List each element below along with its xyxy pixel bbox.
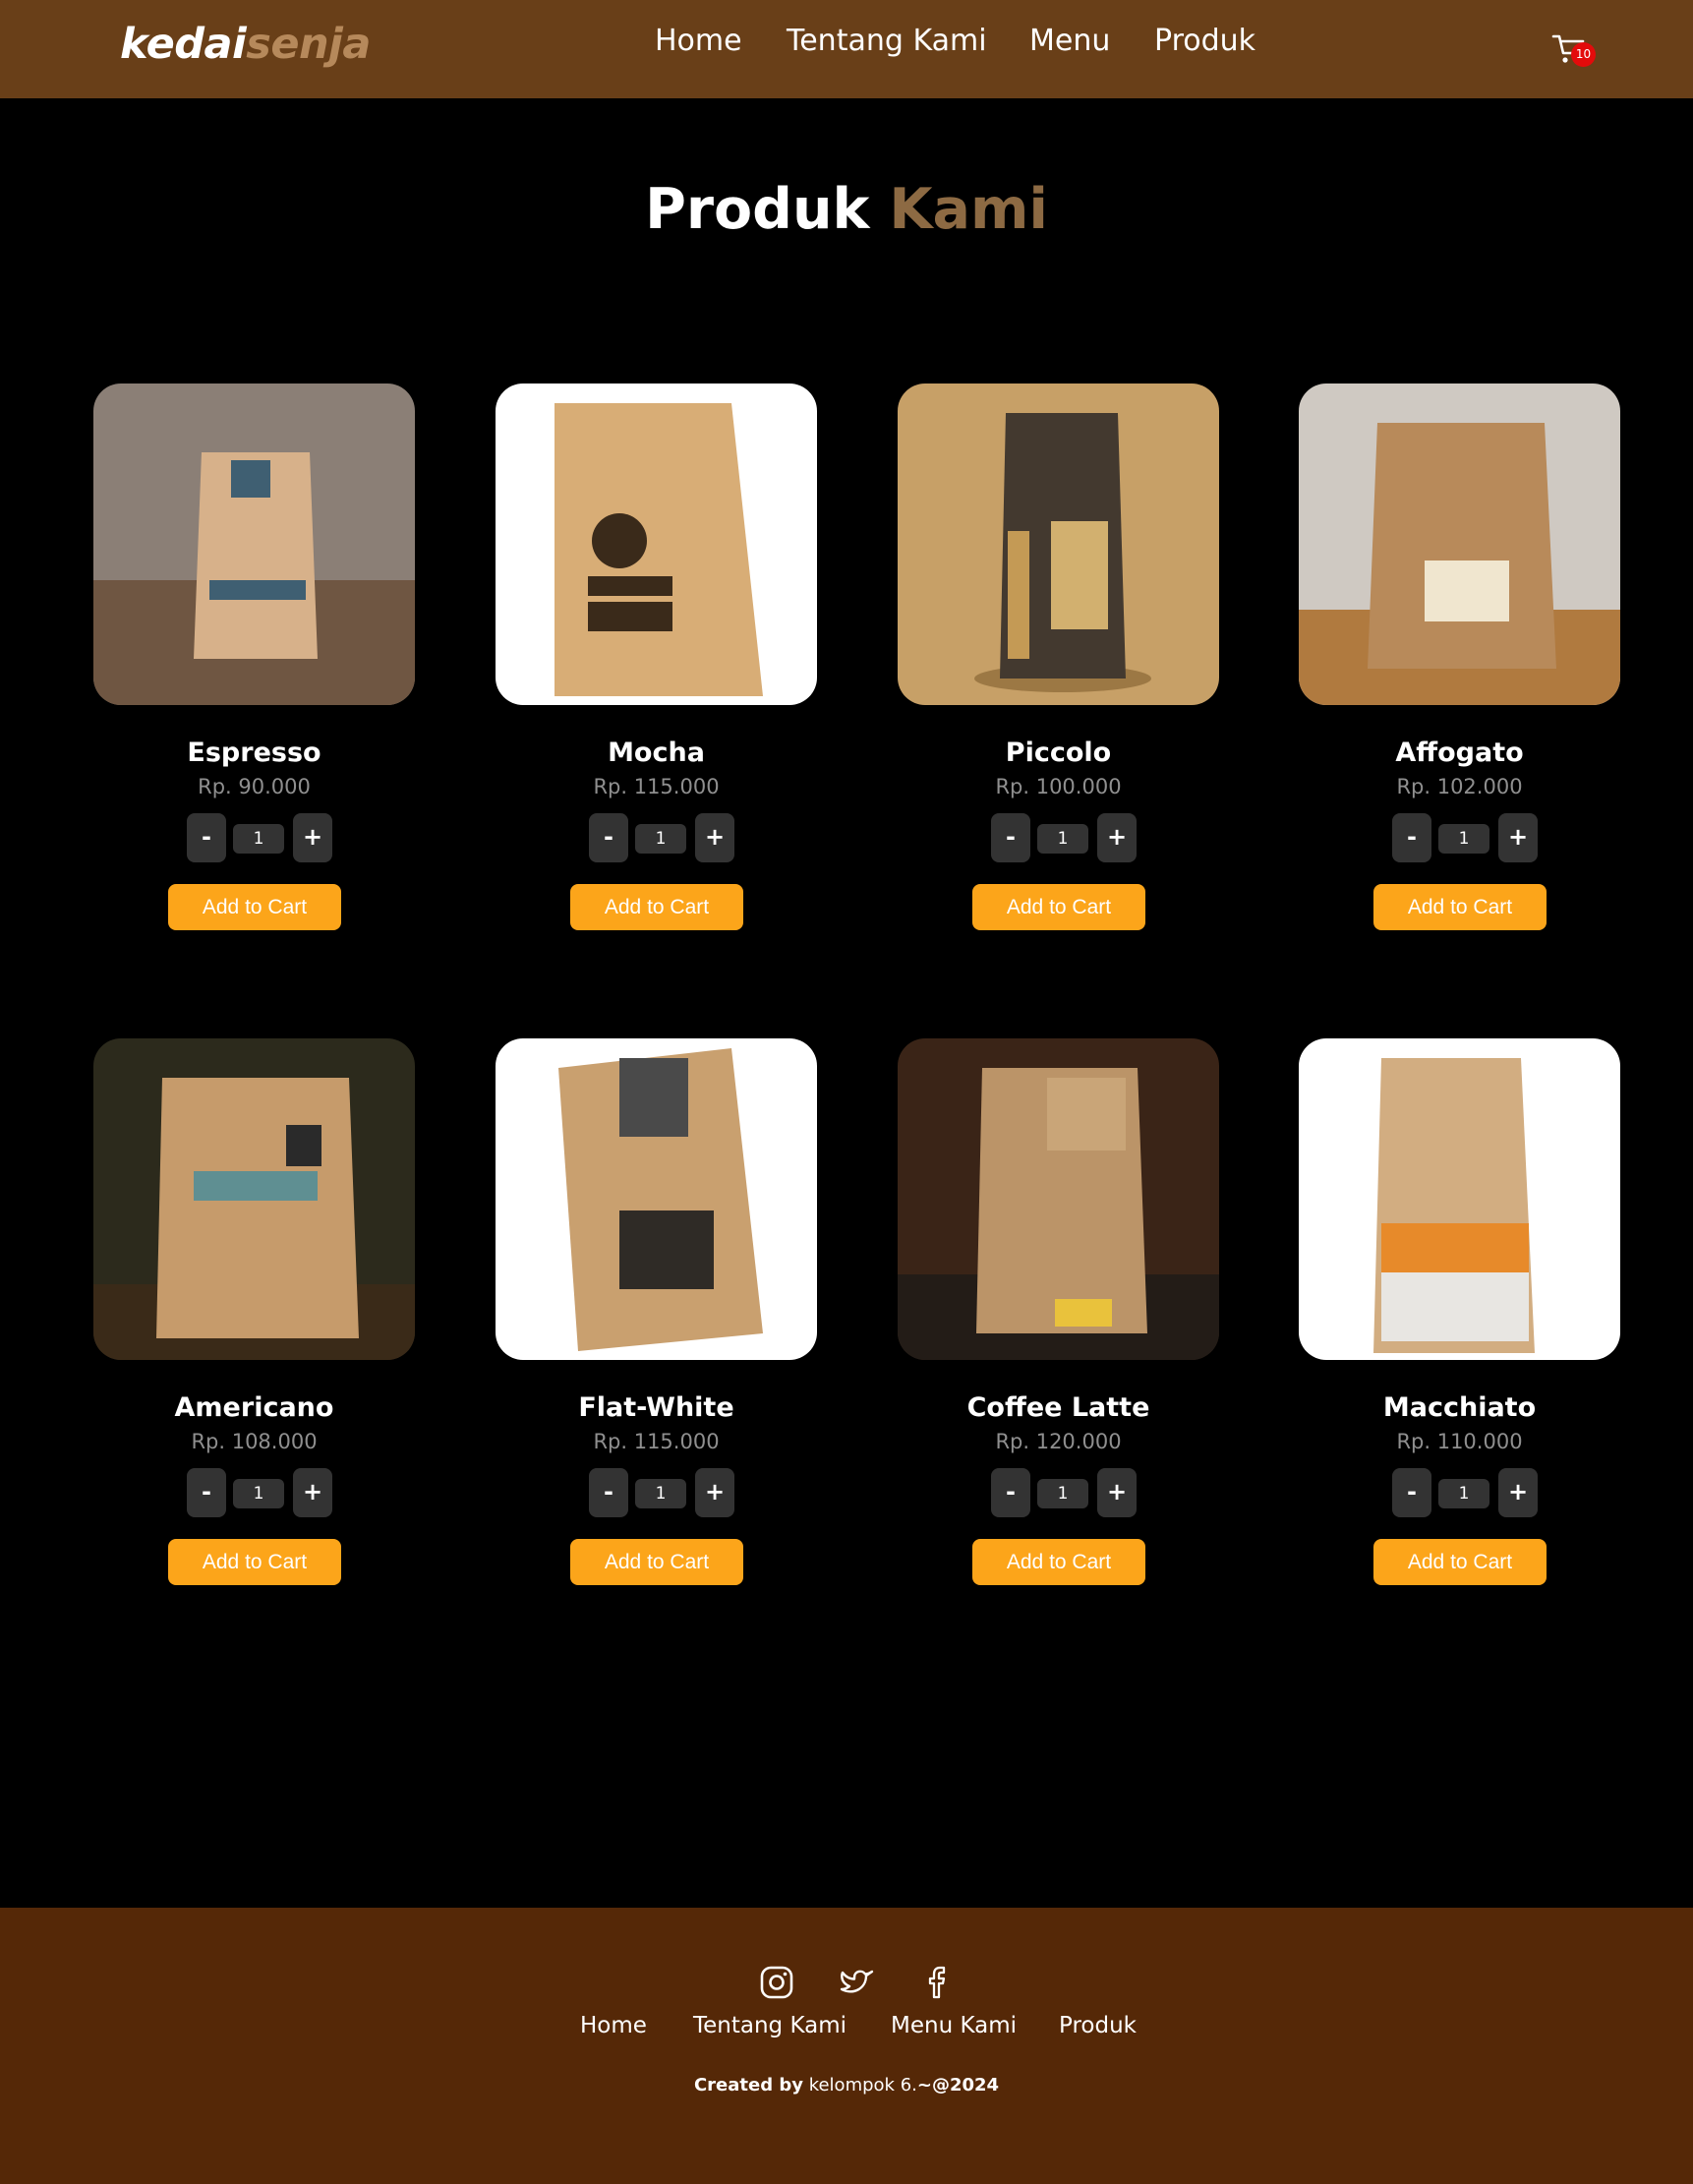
product-name: Coffee Latte <box>966 1392 1150 1423</box>
product-card: Flat-White Rp. 115.000 - 1 + Add to Cart <box>496 1038 817 1589</box>
increase-quantity-button[interactable]: + <box>1498 1468 1538 1517</box>
quantity-stepper: - 1 + <box>187 813 334 864</box>
product-price: Rp. 102.000 <box>1396 775 1523 798</box>
title-part1: Produk <box>645 177 870 242</box>
decrease-quantity-button[interactable]: - <box>187 813 226 862</box>
credit-label: Created by <box>693 2075 803 2095</box>
product-price: Rp. 110.000 <box>1396 1430 1523 1453</box>
nav-links: Home Tentang Kami Menu Produk <box>0 24 1693 63</box>
product-card: Coffee Latte Rp. 120.000 - 1 + Add to Ca… <box>898 1038 1219 1589</box>
nav-link-tentang-kami[interactable]: Tentang Kami <box>787 24 987 58</box>
footer-link-menu-kami[interactable]: Menu Kami <box>891 2013 1017 2038</box>
title-part2: Kami <box>889 177 1048 242</box>
add-to-cart-button[interactable]: Add to Cart <box>1373 1539 1547 1585</box>
product-price: Rp. 108.000 <box>191 1430 318 1453</box>
product-name: Espresso <box>187 738 321 768</box>
product-image <box>1299 384 1620 705</box>
cart-count-badge: 10 <box>1571 42 1596 67</box>
nav-link-home[interactable]: Home <box>655 24 742 58</box>
increase-quantity-button[interactable]: + <box>1097 1468 1137 1517</box>
quantity-stepper: - 1 + <box>991 813 1138 864</box>
decrease-quantity-button[interactable]: - <box>1392 1468 1431 1517</box>
decrease-quantity-button[interactable]: - <box>1392 813 1431 862</box>
product-name: Piccolo <box>1005 738 1112 768</box>
product-image <box>93 1038 415 1360</box>
credit-name: kelompok 6. <box>808 2075 917 2095</box>
product-price: Rp. 100.000 <box>995 775 1122 798</box>
page-title: Produk Kami <box>0 177 1693 242</box>
decrease-quantity-button[interactable]: - <box>589 1468 628 1517</box>
quantity-value[interactable]: 1 <box>1037 1479 1088 1508</box>
product-name: Flat-White <box>578 1392 734 1423</box>
increase-quantity-button[interactable]: + <box>293 1468 332 1517</box>
decrease-quantity-button[interactable]: - <box>991 813 1030 862</box>
quantity-stepper: - 1 + <box>589 813 736 864</box>
product-name: Americano <box>174 1392 334 1423</box>
quantity-value[interactable]: 1 <box>635 1479 686 1508</box>
add-to-cart-button[interactable]: Add to Cart <box>168 1539 341 1585</box>
quantity-value[interactable]: 1 <box>1037 824 1088 854</box>
increase-quantity-button[interactable]: + <box>1097 813 1137 862</box>
product-card: Piccolo Rp. 100.000 - 1 + Add to Cart <box>898 384 1219 934</box>
product-card: Espresso Rp. 90.000 - 1 + Add to Cart <box>93 384 415 934</box>
product-card: Mocha Rp. 115.000 - 1 + Add to Cart <box>496 384 817 934</box>
add-to-cart-button[interactable]: Add to Cart <box>972 884 1145 930</box>
twitter-icon[interactable] <box>840 1965 875 2000</box>
quantity-value[interactable]: 1 <box>1438 824 1489 854</box>
quantity-value[interactable]: 1 <box>233 1479 284 1508</box>
product-image <box>93 384 415 705</box>
product-image <box>898 384 1219 705</box>
quantity-stepper: - 1 + <box>589 1468 736 1519</box>
product-price: Rp. 90.000 <box>198 775 311 798</box>
navbar: kedaisenja Home Tentang Kami Menu Produk… <box>0 0 1693 98</box>
increase-quantity-button[interactable]: + <box>695 1468 734 1517</box>
nav-link-produk[interactable]: Produk <box>1154 24 1255 58</box>
product-card: Americano Rp. 108.000 - 1 + Add to Cart <box>93 1038 415 1589</box>
footer: Home Tentang Kami Menu Kami Produk Creat… <box>0 1908 1693 2184</box>
instagram-icon[interactable] <box>759 1965 794 2000</box>
increase-quantity-button[interactable]: + <box>1498 813 1538 862</box>
quantity-value[interactable]: 1 <box>635 824 686 854</box>
add-to-cart-button[interactable]: Add to Cart <box>570 884 743 930</box>
footer-link-tentang-kami[interactable]: Tentang Kami <box>693 2013 846 2038</box>
quantity-stepper: - 1 + <box>1392 1468 1540 1519</box>
credit-year: ~@2024 <box>916 2075 1000 2095</box>
nav-link-menu[interactable]: Menu <box>1029 24 1110 58</box>
quantity-stepper: - 1 + <box>991 1468 1138 1519</box>
quantity-value[interactable]: 1 <box>233 824 284 854</box>
product-name: Affogato <box>1395 738 1524 768</box>
product-price: Rp. 115.000 <box>593 1430 720 1453</box>
credit-text: Created by kelompok 6.~@2024 <box>0 2075 1693 2095</box>
decrease-quantity-button[interactable]: - <box>991 1468 1030 1517</box>
quantity-stepper: - 1 + <box>1392 813 1540 864</box>
facebook-icon[interactable] <box>920 1965 956 2000</box>
product-card: Macchiato Rp. 110.000 - 1 + Add to Cart <box>1299 1038 1620 1589</box>
increase-quantity-button[interactable]: + <box>695 813 734 862</box>
decrease-quantity-button[interactable]: - <box>187 1468 226 1517</box>
product-price: Rp. 115.000 <box>593 775 720 798</box>
footer-link-home[interactable]: Home <box>580 2013 647 2038</box>
product-card: Affogato Rp. 102.000 - 1 + Add to Cart <box>1299 384 1620 934</box>
product-image <box>496 384 817 705</box>
footer-links: Home Tentang Kami Menu Kami Produk <box>0 2013 1693 2052</box>
add-to-cart-button[interactable]: Add to Cart <box>1373 884 1547 930</box>
social-links <box>0 1965 1693 2004</box>
product-name: Macchiato <box>1382 1392 1537 1423</box>
footer-link-produk[interactable]: Produk <box>1059 2013 1137 2038</box>
add-to-cart-button[interactable]: Add to Cart <box>168 884 341 930</box>
product-image <box>1299 1038 1620 1360</box>
add-to-cart-button[interactable]: Add to Cart <box>972 1539 1145 1585</box>
quantity-stepper: - 1 + <box>187 1468 334 1519</box>
decrease-quantity-button[interactable]: - <box>589 813 628 862</box>
product-price: Rp. 120.000 <box>995 1430 1122 1453</box>
increase-quantity-button[interactable]: + <box>293 813 332 862</box>
product-image <box>496 1038 817 1360</box>
product-image <box>898 1038 1219 1360</box>
add-to-cart-button[interactable]: Add to Cart <box>570 1539 743 1585</box>
product-name: Mocha <box>608 738 705 768</box>
quantity-value[interactable]: 1 <box>1438 1479 1489 1508</box>
